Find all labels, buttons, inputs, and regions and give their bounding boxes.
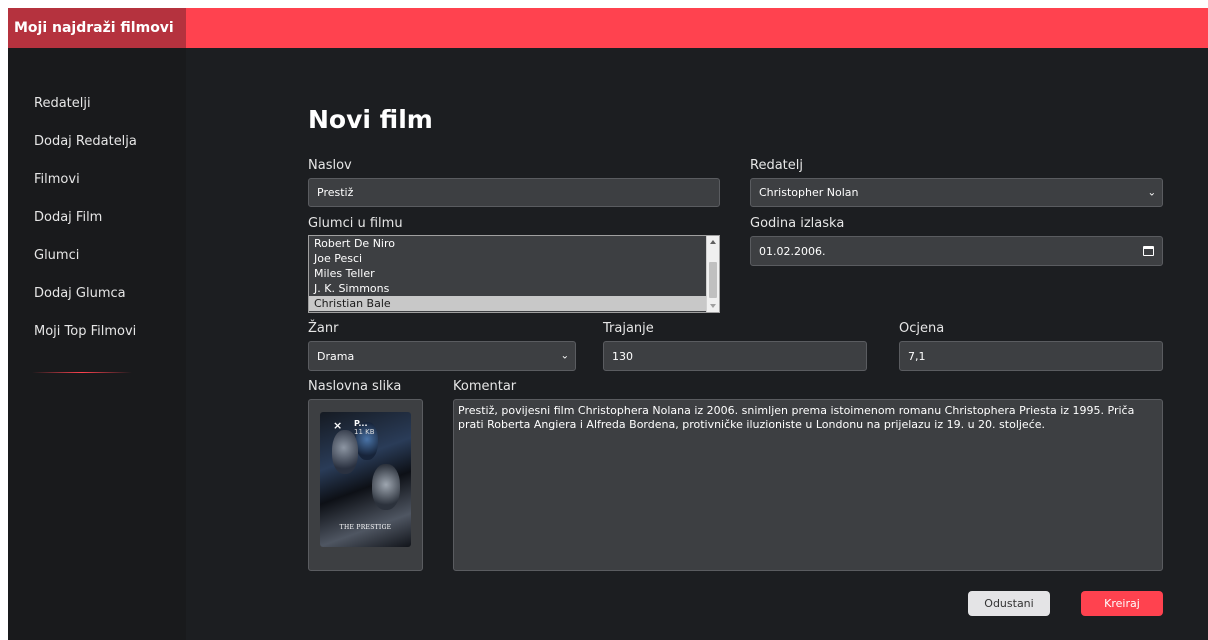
naslov-label: Naslov	[308, 158, 352, 173]
ocjena-input[interactable]: 7,1	[899, 341, 1163, 371]
scrollbar-thumb[interactable]	[709, 262, 717, 298]
app-brand[interactable]: Moji najdraži filmovi	[8, 8, 186, 48]
list-item[interactable]: Robert De Niro	[309, 236, 719, 251]
redatelj-label: Redatelj	[750, 158, 803, 173]
cancel-button[interactable]: Odustani	[968, 591, 1050, 616]
file-size: 11 KB	[354, 428, 375, 436]
slika-label: Naslovna slika	[308, 379, 402, 394]
calendar-icon[interactable]	[1143, 246, 1154, 256]
create-button[interactable]: Kreiraj	[1081, 591, 1163, 616]
godina-value: 01.02.2006.	[759, 244, 826, 258]
zanr-label: Žanr	[308, 321, 339, 336]
trajanje-input[interactable]: 130	[603, 341, 867, 371]
trajanje-label: Trajanje	[603, 321, 654, 336]
app-frame: Moji najdraži filmovi Redatelji Dodaj Re…	[8, 8, 1208, 640]
redatelj-value: Christopher Nolan	[759, 186, 859, 199]
chevron-down-icon: ⌄	[560, 350, 569, 362]
ocjena-value: 7,1	[908, 349, 926, 363]
redatelj-select[interactable]: Christopher Nolan ⌄	[750, 178, 1163, 207]
list-item[interactable]: Miles Teller	[309, 266, 719, 281]
ocjena-label: Ocjena	[899, 321, 945, 336]
sidebar-item-dodaj-redatelja[interactable]: Dodaj Redatelja	[34, 134, 137, 149]
list-item[interactable]: Joe Pesci	[309, 251, 719, 266]
glumci-label: Glumci u filmu	[308, 216, 403, 231]
sidebar-item-redatelji[interactable]: Redatelji	[34, 96, 91, 111]
poster-thumbnail: × P... 11 KB THE PRESTIGE	[320, 412, 411, 547]
godina-date-input[interactable]: 01.02.2006.	[750, 236, 1163, 266]
trajanje-value: 130	[612, 349, 633, 363]
list-item[interactable]: J. K. Simmons	[309, 281, 719, 296]
sidebar-divider	[32, 372, 132, 373]
komentar-textarea[interactable]: Prestiž, povijesni film Christophera Nol…	[453, 399, 1163, 571]
komentar-label: Komentar	[453, 379, 517, 394]
sidebar-item-filmovi[interactable]: Filmovi	[34, 172, 80, 187]
scroll-up-icon[interactable]	[710, 240, 716, 244]
sidebar-item-moji-top-filmovi[interactable]: Moji Top Filmovi	[34, 324, 136, 339]
page-title: Novi film	[308, 105, 433, 134]
file-name-preview: P...	[354, 419, 368, 428]
list-item-selected[interactable]: Christian Bale	[309, 296, 719, 311]
top-navbar	[186, 8, 1208, 48]
poster-figure	[332, 430, 358, 474]
zanr-select[interactable]: Drama ⌄	[308, 341, 576, 371]
glumci-listbox[interactable]: Robert De Niro Joe Pesci Miles Teller J.…	[308, 235, 720, 313]
godina-label: Godina izlaska	[750, 216, 845, 231]
naslov-value: Prestiž	[317, 186, 354, 199]
poster-title-text: THE PRESTIGE	[339, 524, 392, 531]
sidebar-item-dodaj-glumca[interactable]: Dodaj Glumca	[34, 286, 126, 301]
sidebar-item-glumci[interactable]: Glumci	[34, 248, 79, 263]
remove-image-icon[interactable]: ×	[333, 419, 342, 432]
naslov-input[interactable]: Prestiž	[308, 178, 720, 207]
chevron-down-icon: ⌄	[1147, 187, 1156, 198]
scroll-down-icon[interactable]	[710, 304, 716, 308]
zanr-value: Drama	[317, 349, 355, 363]
sidebar-item-dodaj-film[interactable]: Dodaj Film	[34, 210, 102, 225]
poster-figure	[372, 464, 400, 510]
listbox-scrollbar[interactable]	[706, 236, 719, 312]
sidebar: Redatelji Dodaj Redatelja Filmovi Dodaj …	[8, 48, 186, 640]
image-upload-box[interactable]: × P... 11 KB THE PRESTIGE	[308, 399, 423, 571]
